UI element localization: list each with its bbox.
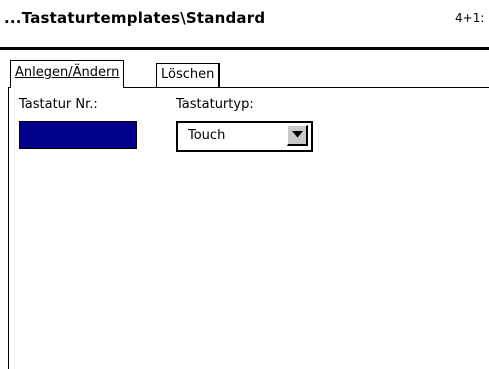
status-indicator: 4+1: <box>455 11 485 25</box>
keyboard-nr-field[interactable] <box>19 121 137 149</box>
keyboard-nr-label: Tastatur Nr.: <box>19 97 98 112</box>
window-title: ...Tastaturtemplates\Standard <box>4 9 266 27</box>
dropdown-button[interactable] <box>287 125 308 146</box>
keyboard-type-value: Touch <box>188 128 226 143</box>
keyboard-type-label: Tastaturtyp: <box>176 97 254 112</box>
title-bar: ...Tastaturtemplates\Standard 4+1: <box>0 0 489 46</box>
tab-label: Anlegen/Ändern <box>15 65 120 80</box>
keyboard-type-select[interactable]: Touch <box>176 121 313 152</box>
chevron-down-icon <box>292 131 303 138</box>
tab-anlegen-aendern[interactable]: Anlegen/Ändern <box>10 60 125 88</box>
tab-loeschen[interactable]: Löschen <box>156 63 221 87</box>
title-divider <box>0 47 489 50</box>
tab-label: Löschen <box>161 67 215 82</box>
